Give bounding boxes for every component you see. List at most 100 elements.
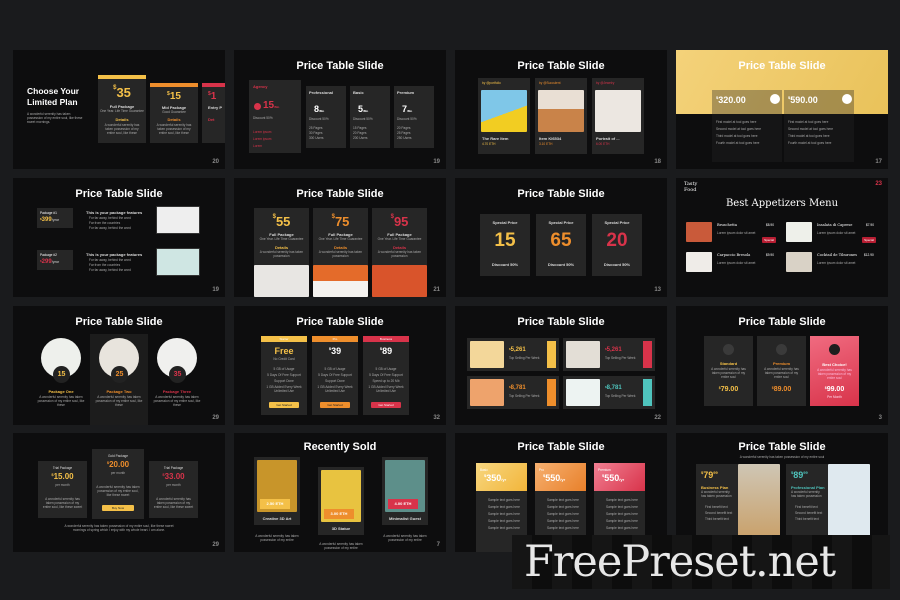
plan-card[interactable]: $1 Entry P Det xyxy=(202,83,225,143)
plan-icon xyxy=(829,344,840,355)
product-image xyxy=(470,379,504,406)
plan-card[interactable]: $95 Full Package One Year. Life Time Gua… xyxy=(372,208,427,297)
special-badge: Special xyxy=(762,237,776,243)
plan-image xyxy=(313,265,368,297)
cart-icon[interactable] xyxy=(842,94,852,104)
plan-card[interactable]: Pro $39 5 GB of Usage 5 Days Of Free Sup… xyxy=(312,336,358,415)
product-card[interactable]: $5,261 Top Selling Per Week xyxy=(467,338,559,371)
plan-icon xyxy=(723,344,734,355)
product-card[interactable]: $5,261 Top Selling Per Week xyxy=(563,338,655,371)
slide-choose-plan[interactable]: Choose Your Limited Plan A wonderful ser… xyxy=(13,50,225,169)
nft-card[interactable]: 4.00 ETH Minimalist Guest xyxy=(382,457,428,525)
page-number: 29 xyxy=(212,415,219,421)
slide-title: Price Table Slide xyxy=(75,188,163,200)
special-card[interactable]: Special Price 65 Discount 50% xyxy=(536,214,586,276)
plan-card[interactable]: $35 Full Package One Year. Life Time Gua… xyxy=(98,75,146,143)
special-badge: Special xyxy=(862,237,876,243)
page-number: 3 xyxy=(878,415,882,421)
plan-card[interactable]: $75 Full Package One Year. Life Time Gua… xyxy=(313,208,368,297)
details-link[interactable]: Details xyxy=(98,117,146,122)
dish-image xyxy=(686,252,712,272)
plan-card-featured[interactable]: Best Choice! A wonderful serenity has ta… xyxy=(810,336,859,406)
dish-image xyxy=(786,222,812,242)
slide-price-table-items[interactable]: Price Table Slide by @portfolio The Rare… xyxy=(455,50,667,169)
page-number: 32 xyxy=(433,415,440,421)
slide-grid: Choose Your Limited Plan A wonderful ser… xyxy=(0,0,900,600)
nft-card[interactable]: 3.00 ETH 3D Statue xyxy=(318,467,364,535)
item-card[interactable]: by @Jewelry Portrait of ... 6.00 ETH xyxy=(592,78,644,154)
slide-product-grid[interactable]: Price Table Slide $5,261 Top Selling Per… xyxy=(455,306,667,425)
slide-recently-sold[interactable]: Recently Sold 2.50 ETH Creative 3D Art A… xyxy=(234,433,446,552)
page-number: 23 xyxy=(875,181,882,187)
slide-title: Price Table Slide xyxy=(75,316,163,328)
package-card[interactable]: Package #1 $399/year xyxy=(37,208,73,228)
product-image xyxy=(566,379,600,406)
buy-now-button[interactable]: Buy Now xyxy=(102,505,134,511)
page-number: 13 xyxy=(654,287,661,293)
plan-card[interactable]: $15 Mid Package Good Guarantee Details A… xyxy=(150,83,198,143)
plan-card[interactable]: Standard A wonderful serenity has taken … xyxy=(704,336,753,406)
slide-gold-package[interactable]: Trial Package $15.00 per month A wonderf… xyxy=(13,433,225,552)
get-started-button[interactable]: Get Started xyxy=(371,402,401,408)
plan-card[interactable]: $55 Full Package One Year. Life Time Gua… xyxy=(254,208,309,297)
plan-card[interactable]: Starter Free No Credit Card 5 GB of Usag… xyxy=(261,336,307,415)
plan-card[interactable]: Trial Package $33.00 per month A wonderf… xyxy=(149,461,198,518)
watermark-banner: FreePreset.net xyxy=(512,535,890,589)
page-number: 19 xyxy=(212,287,219,293)
special-card[interactable]: Special Price 20 Discount 50% xyxy=(592,214,642,276)
page-number: 7 xyxy=(436,542,440,548)
dish-image xyxy=(786,252,812,272)
plan-price: 15 xyxy=(169,91,181,102)
plan-card[interactable]: Basic 5/Mo Discount 50% 15 Pages 20 Page… xyxy=(350,86,390,148)
slide-special-price[interactable]: Price Table Slide Special Price 15 Disco… xyxy=(455,178,667,297)
item-card[interactable]: by @Succulent Item KI6534 3.10 ETH xyxy=(535,78,587,154)
plan-card[interactable]: Premium 7/Mo Discount 50% 20 Pages 25 Pa… xyxy=(394,86,434,148)
plan-card[interactable]: Professional 8/Mo Discount 50% 25 Pages … xyxy=(306,86,346,148)
item-image xyxy=(481,90,527,132)
plan-image xyxy=(254,265,309,297)
product-card[interactable]: $8,781 Top Selling Per Week xyxy=(563,376,655,409)
slide-title: Price Table Slide xyxy=(738,60,826,72)
plan-card[interactable]: $320.00 First model at tool goes here Se… xyxy=(712,90,782,162)
product-tag xyxy=(547,379,556,406)
slide-price-table-images[interactable]: Price Table Slide $55 Full Package One Y… xyxy=(234,178,446,297)
agency-card[interactable]: Agency 15/Mo Discount 50% Lorem ipsum Lo… xyxy=(249,80,301,153)
slide-subtitle: A wonderful serenity has taken possessio… xyxy=(27,112,83,125)
slide-tiered-plans[interactable]: Price Table Slide Starter Free No Credit… xyxy=(234,306,446,425)
plan-image xyxy=(372,265,427,297)
slide-title: Price Table Slide xyxy=(517,60,605,72)
page-number: 20 xyxy=(212,159,219,165)
page-number: 17 xyxy=(875,159,882,165)
slide-price-table-agency[interactable]: Price Table Slide Agency 15/Mo Discount … xyxy=(234,50,446,169)
get-started-button[interactable]: Get Started xyxy=(320,402,350,408)
slide-package-features[interactable]: Price Table Slide Package #1 $399/year T… xyxy=(13,178,225,297)
slide-title: Price Table Slide xyxy=(296,60,384,72)
nft-card[interactable]: 2.50 ETH Creative 3D Art xyxy=(254,457,300,525)
slide-circle-packages[interactable]: Price Table Slide 15 Package One A wonde… xyxy=(13,306,225,425)
special-card[interactable]: Special Price 15 Discount 50% xyxy=(480,214,530,276)
slide-price-table-yellow[interactable]: Price Table Slide $320.00 First model at… xyxy=(676,50,888,169)
dollar-icon xyxy=(254,103,261,110)
plan-card[interactable]: $590.00 First model at tool goes here Se… xyxy=(784,90,854,162)
slide-title: Price Table Slide xyxy=(517,188,605,200)
slide-appetizers-menu[interactable]: Tasty Food 23 Best Appetizers Menu Brusc… xyxy=(676,178,888,297)
plan-card[interactable]: Business $89 5 GB of Usage 5 Days Of Fre… xyxy=(363,336,409,415)
product-tag xyxy=(547,341,556,368)
package-card[interactable]: Package #2 $299/year xyxy=(37,250,73,270)
slide-title: Price Table Slide xyxy=(517,316,605,328)
plan-card[interactable]: Premium A wonderful serenity has taken p… xyxy=(757,336,806,406)
slide-title: Price Table Slide xyxy=(517,441,605,453)
brand-logo: Tasty Food xyxy=(684,181,698,193)
cart-icon[interactable] xyxy=(770,94,780,104)
slide-title: Price Table Slide xyxy=(296,316,384,328)
get-started-button[interactable]: Get Started xyxy=(269,402,299,408)
slide-best-choice[interactable]: Price Table Slide Standard A wonderful s… xyxy=(676,306,888,425)
footer-text: A wonderful serenity has taken possessio… xyxy=(64,524,174,533)
watermark-text: FreePreset.net xyxy=(524,537,836,587)
dish-image xyxy=(686,222,712,242)
plan-card[interactable]: Trial Package $15.00 per month A wonderf… xyxy=(38,461,87,518)
product-card[interactable]: $8,781 Top Selling Per Week xyxy=(467,376,559,409)
details-link[interactable]: Details xyxy=(150,117,198,122)
item-card[interactable]: by @portfolio The Rare Item 4.70 ETH xyxy=(478,78,530,154)
plan-card-featured[interactable]: Gold Package $20.00 per month A wonderfu… xyxy=(92,449,144,519)
